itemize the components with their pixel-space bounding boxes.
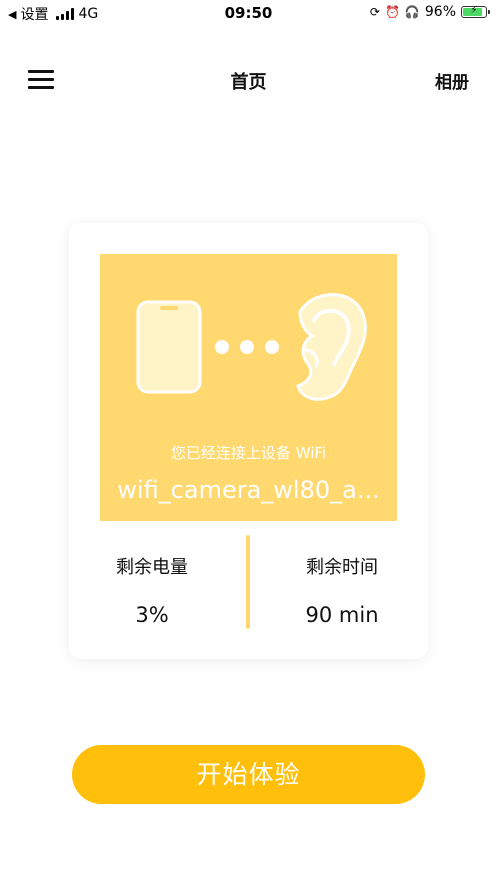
time-left-stat: 剩余时间 90 min — [267, 553, 417, 627]
battery-stat: 剩余电量 3% — [77, 553, 227, 627]
page-title: 首页 — [230, 72, 267, 93]
charging-bolt-icon: ⚡ — [470, 5, 478, 16]
rotation-lock-icon: ⟳ — [369, 5, 380, 19]
connection-hero: 您已经连接上设备 WiFi wifi_camera_wl80_a... — [100, 254, 397, 521]
headphones-icon: 🎧 — [404, 5, 420, 19]
status-bar: ◀ 设置 4G 09:50 ⟳ ⏰ 🎧 96% ⚡ — [0, 0, 497, 26]
album-button[interactable]: 相册 — [435, 68, 469, 93]
dot-icon — [240, 340, 254, 354]
alarm-icon: ⏰ — [384, 5, 400, 19]
time-left-label: 剩余时间 — [306, 557, 378, 578]
ear-icon — [296, 293, 367, 401]
dot-icon — [215, 340, 229, 354]
start-experience-button[interactable]: 开始体验 — [72, 745, 425, 804]
nav-bar: 首页 相册 — [0, 54, 497, 104]
time-left-value: 90 min — [305, 603, 379, 627]
status-bar-right: ⟳ ⏰ 🎧 96% ⚡ — [369, 4, 490, 20]
stat-divider — [246, 535, 250, 629]
connection-message: 您已经连接上设备 WiFi — [170, 444, 327, 462]
battery-value: 3% — [135, 603, 169, 627]
battery-percent: 96% — [424, 4, 456, 20]
dot-icon — [265, 340, 279, 354]
phone-icon — [136, 300, 202, 394]
device-card: 您已经连接上设备 WiFi wifi_camera_wl80_a... 剩余电量… — [69, 223, 428, 659]
wifi-ssid: wifi_camera_wl80_a... — [117, 476, 380, 504]
battery-label: 剩余电量 — [116, 557, 188, 578]
battery-icon: ⚡ — [461, 5, 490, 18]
